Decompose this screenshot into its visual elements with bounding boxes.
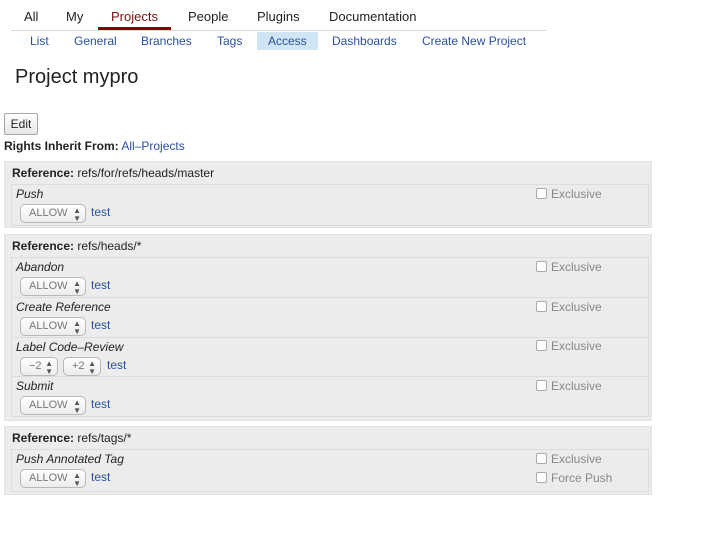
permission-submit: Submit ALLOW ▲ ▼ test Exclusive	[11, 376, 649, 417]
exclusive-checkbox[interactable]: Exclusive	[536, 300, 602, 314]
tab-create-new-project[interactable]: Create New Project	[414, 32, 534, 50]
select-arrows-icon: ▲ ▼	[73, 398, 81, 415]
force-push-checkbox[interactable]: Force Push	[536, 471, 612, 485]
permission-name: Label Code–Review	[16, 340, 124, 354]
permission-push-annotated-tag: Push Annotated Tag ALLOW ▲ ▼ test Exclusi…	[11, 449, 649, 492]
top-menu-projects[interactable]: Projects	[98, 9, 171, 30]
group-link[interactable]: test	[91, 278, 110, 292]
select-arrows-icon: ▲ ▼	[73, 319, 81, 336]
page-title: Project mypro	[15, 66, 139, 88]
reference-header: Reference: refs/tags/*	[12, 431, 131, 445]
action-select-value: ALLOW	[29, 320, 68, 332]
select-arrows-icon: ▲ ▼	[73, 279, 81, 296]
permission-push: Push ALLOW ▲ ▼ test Exclusive	[11, 184, 649, 226]
checkbox-box-icon	[536, 380, 547, 391]
reference-name: refs/heads/*	[77, 239, 142, 253]
checkbox-box-icon	[536, 340, 547, 351]
reference-name: refs/tags/*	[77, 431, 132, 445]
checkbox-box-icon	[536, 453, 547, 464]
top-menu-people[interactable]: People	[188, 9, 228, 27]
range-min-value: −2	[29, 360, 42, 372]
reference-label: Reference:	[12, 431, 75, 445]
tab-list[interactable]: List	[22, 32, 57, 50]
range-max-value: +2	[72, 360, 85, 372]
group-link[interactable]: test	[91, 205, 110, 219]
tab-tags[interactable]: Tags	[209, 32, 250, 50]
checkbox-box-icon	[536, 301, 547, 312]
reference-header: Reference: refs/heads/*	[12, 239, 141, 253]
exclusive-checkbox[interactable]: Exclusive	[536, 187, 602, 201]
exclusive-checkbox[interactable]: Exclusive	[536, 260, 602, 274]
action-select[interactable]: ALLOW ▲ ▼	[20, 204, 86, 223]
rights-inherit-link[interactable]: All–Projects	[121, 139, 184, 153]
tab-branches[interactable]: Branches	[133, 32, 200, 50]
top-menu-documentation[interactable]: Documentation	[329, 9, 416, 27]
permission-create-reference: Create Reference ALLOW ▲ ▼ test Exclusive	[11, 297, 649, 338]
action-select[interactable]: ALLOW ▲ ▼	[20, 317, 86, 336]
checkbox-box-icon	[536, 472, 547, 483]
reference-name: refs/for/refs/heads/master	[77, 166, 215, 180]
permission-name: Abandon	[16, 260, 65, 274]
reference-section: Reference: refs/heads/* Abandon ALLOW ▲ ▼…	[4, 234, 652, 421]
group-link[interactable]: test	[107, 358, 126, 372]
select-arrows-icon: ▲ ▼	[88, 359, 96, 376]
reference-label: Reference:	[12, 166, 75, 180]
reference-section: Reference: refs/for/refs/heads/master Pu…	[4, 161, 652, 228]
action-select[interactable]: ALLOW ▲ ▼	[20, 277, 86, 296]
exclusive-checkbox[interactable]: Exclusive	[536, 379, 602, 393]
rights-inherit: Rights Inherit From: All–Projects	[4, 139, 185, 153]
action-select-value: ALLOW	[29, 399, 68, 411]
checkbox-box-icon	[536, 261, 547, 272]
action-select-value: ALLOW	[29, 280, 68, 292]
permission-name: Push	[16, 187, 44, 201]
action-select[interactable]: ALLOW ▲ ▼	[20, 469, 86, 488]
reference-header: Reference: refs/for/refs/heads/master	[12, 166, 214, 180]
group-link[interactable]: test	[91, 318, 110, 332]
edit-button[interactable]: Edit	[4, 113, 38, 135]
reference-label: Reference:	[12, 239, 75, 253]
exclusive-checkbox[interactable]: Exclusive	[536, 339, 602, 353]
range-max-select[interactable]: +2 ▲ ▼	[63, 357, 101, 376]
group-link[interactable]: test	[91, 470, 110, 484]
select-arrows-icon: ▲ ▼	[73, 206, 81, 223]
top-menu-my[interactable]: My	[66, 9, 83, 27]
range-min-select[interactable]: −2 ▲ ▼	[20, 357, 58, 376]
checkbox-box-icon	[536, 188, 547, 199]
top-menu-all[interactable]: All	[24, 9, 38, 27]
reference-section: Reference: refs/tags/* Push Annotated Ta…	[4, 426, 652, 495]
group-link[interactable]: test	[91, 397, 110, 411]
permission-label-code-review: Label Code–Review −2 ▲ ▼ +2 ▲ ▼ test Exclu…	[11, 337, 649, 377]
tab-general[interactable]: General	[66, 32, 125, 50]
permission-name: Submit	[16, 379, 54, 393]
select-arrows-icon: ▲ ▼	[45, 359, 53, 376]
action-select-value: ALLOW	[29, 207, 68, 219]
tab-access[interactable]: Access	[257, 32, 318, 50]
tab-dashboards[interactable]: Dashboards	[324, 32, 405, 50]
rights-inherit-label: Rights Inherit From:	[4, 139, 119, 153]
top-menu-plugins[interactable]: Plugins	[257, 9, 300, 27]
action-select[interactable]: ALLOW ▲ ▼	[20, 396, 86, 415]
permission-name: Create Reference	[16, 300, 111, 314]
select-arrows-icon: ▲ ▼	[73, 471, 81, 488]
exclusive-checkbox[interactable]: Exclusive	[536, 452, 602, 466]
permission-abandon: Abandon ALLOW ▲ ▼ test Exclusive	[11, 257, 649, 298]
action-select-value: ALLOW	[29, 472, 68, 484]
permission-name: Push Annotated Tag	[16, 452, 124, 466]
top-menu: All My Projects People Plugins Documenta…	[11, 6, 546, 31]
